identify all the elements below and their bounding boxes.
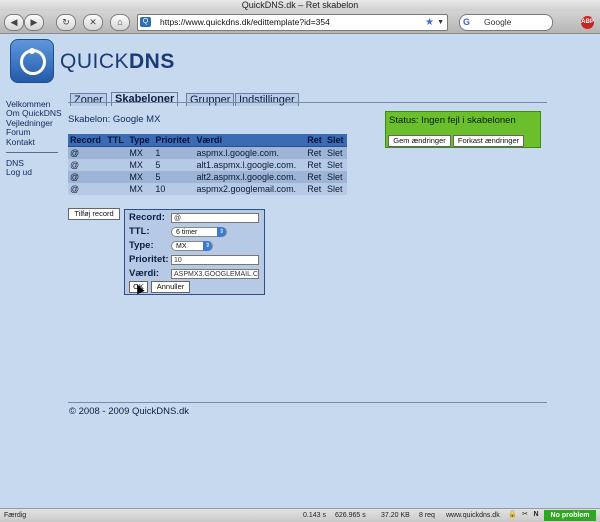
forward-arrow-icon: ▶	[30, 17, 38, 27]
tab-skabeloner[interactable]: Skabeloner	[111, 92, 179, 106]
col-ret: Ret	[305, 134, 325, 147]
nav-divider	[6, 152, 58, 154]
col-record: Record	[68, 134, 106, 147]
back-arrow-icon: ◀	[10, 17, 18, 27]
col-type: Type	[127, 134, 154, 147]
edit-link[interactable]: Ret	[305, 159, 325, 171]
stop-button[interactable]: ✕	[83, 14, 103, 31]
record-label: Record:	[129, 212, 165, 223]
url-text[interactable]: https://www.quickdns.dk/edittemplate?id=…	[160, 15, 330, 30]
select-arrows-icon: ⇕	[217, 227, 226, 237]
browser-toolbar: ◀ ▶ ↻ ✕ ⌂ Q https://www.quickdns.dk/edit…	[0, 11, 600, 34]
table-row: @ MX 5 alt2.aspmx.l.google.com. Ret Slet	[68, 171, 347, 183]
forward-button[interactable]: ▶	[24, 14, 44, 31]
site-header: QUICKDNS	[0, 34, 600, 87]
type-label: Type:	[129, 240, 154, 251]
stop-icon: ✕	[89, 17, 97, 27]
tab-indstillinger[interactable]: Indstillinger	[235, 93, 299, 106]
priority-label: Prioritet:	[129, 254, 169, 265]
records-table: Record TTL Type Prioritet Værdi Ret Slet…	[68, 134, 347, 195]
status-domain: www.quickdns.dk	[446, 512, 500, 519]
page-content: QUICKDNS Velkommen Om QuickDNS Vejlednin…	[0, 34, 600, 508]
table-header-row: Record TTL Type Prioritet Værdi Ret Slet	[68, 134, 347, 147]
footer-copyright: © 2008 - 2009 QuickDNS.dk	[69, 406, 190, 417]
type-select[interactable]: MX ⇕	[171, 241, 213, 251]
adblock-icon[interactable]: ABP	[581, 16, 594, 29]
home-button[interactable]: ⌂	[110, 14, 130, 31]
delete-link[interactable]: Slet	[325, 171, 347, 183]
table-row: @ MX 10 aspmx2.googlemail.com. Ret Slet	[68, 183, 347, 195]
url-dropdown-icon[interactable]: ▼	[437, 15, 444, 30]
table-row: @ MX 1 aspmx.l.google.com. Ret Slet	[68, 146, 347, 159]
total-time: 626.965 s	[335, 512, 366, 519]
tab-zoner[interactable]: Zoner	[70, 93, 107, 106]
cancel-button[interactable]: Annuller	[151, 281, 190, 293]
discard-changes-button[interactable]: Forkast ændringer	[453, 135, 524, 147]
lock-icon: 🔒	[508, 511, 517, 518]
add-record-button[interactable]: Tilføj record	[68, 208, 120, 220]
ttl-selected-value: 6 timer	[176, 229, 198, 236]
nav-link-kontakt[interactable]: Kontakt	[6, 137, 66, 147]
priority-input[interactable]: 10	[171, 255, 259, 265]
tools-icon[interactable]: ✂	[521, 511, 529, 519]
status-text: Færdig	[4, 512, 27, 519]
tab-grupper[interactable]: Grupper	[186, 93, 235, 106]
col-prioritet: Prioritet	[153, 134, 195, 147]
n-icon[interactable]: N	[532, 511, 540, 519]
add-record-form: Record: @ TTL: 6 timer ⇕ Type: MX ⇕ Prio…	[124, 209, 265, 295]
side-navigation: Velkommen Om QuickDNS Vejledninger Forum…	[6, 99, 66, 178]
col-slet: Slet	[325, 134, 347, 147]
search-box[interactable]: G Google	[459, 14, 553, 31]
value-input[interactable]: ASPMX3.GOOGLEMAIL.COM	[171, 269, 259, 279]
reload-icon: ↻	[62, 17, 70, 27]
edit-link[interactable]: Ret	[305, 146, 325, 159]
browser-status-bar: Færdig 0.143 s 626.965 s 37.20 KB 8 req …	[0, 508, 600, 522]
load-time: 0.143 s	[303, 512, 326, 519]
delete-link[interactable]: Slet	[325, 183, 347, 195]
value-label: Værdi:	[129, 268, 160, 279]
status-text: Status: Ingen fejl i skabelonen	[389, 115, 516, 126]
bookmark-star-icon[interactable]: ★	[425, 15, 434, 30]
window-title: QuickDNS.dk – Ret skabelon	[0, 0, 600, 11]
col-ttl: TTL	[105, 134, 128, 147]
page-size: 37.20 KB	[381, 512, 410, 519]
edit-link[interactable]: Ret	[305, 171, 325, 183]
record-input[interactable]: @	[171, 213, 259, 223]
address-bar[interactable]: Q https://www.quickdns.dk/edittemplate?i…	[137, 14, 448, 31]
quickdns-logo-icon[interactable]	[10, 39, 54, 83]
search-placeholder: Google	[484, 17, 512, 27]
delete-link[interactable]: Slet	[325, 146, 347, 159]
site-favicon-icon: Q	[140, 17, 151, 27]
edit-link[interactable]: Ret	[305, 183, 325, 195]
site-logo-text[interactable]: QUICKDNS	[60, 50, 175, 74]
ttl-label: TTL:	[129, 226, 150, 237]
home-icon: ⌂	[117, 17, 123, 27]
back-button[interactable]: ◀	[4, 14, 24, 31]
col-vaerdi: Værdi	[194, 134, 306, 147]
table-row: @ MX 5 alt1.aspmx.l.google.com. Ret Slet	[68, 159, 347, 171]
status-panel: Status: Ingen fejl i skabelonen Gem ændr…	[385, 111, 541, 148]
footer-divider	[68, 402, 547, 403]
status-ok-badge[interactable]: No problem	[544, 510, 596, 521]
reload-button[interactable]: ↻	[56, 14, 76, 31]
google-search-icon[interactable]: G	[463, 16, 476, 28]
request-count: 8 req	[419, 512, 435, 519]
type-selected-value: MX	[176, 243, 187, 250]
template-title: Skabelon: Google MX	[68, 114, 161, 125]
save-changes-button[interactable]: Gem ændringer	[388, 135, 451, 147]
select-arrows-icon: ⇕	[203, 241, 212, 251]
ttl-select[interactable]: 6 timer ⇕	[171, 227, 227, 237]
nav-link-log-ud[interactable]: Log ud	[6, 168, 66, 178]
delete-link[interactable]: Slet	[325, 159, 347, 171]
tab-underline	[68, 102, 547, 103]
